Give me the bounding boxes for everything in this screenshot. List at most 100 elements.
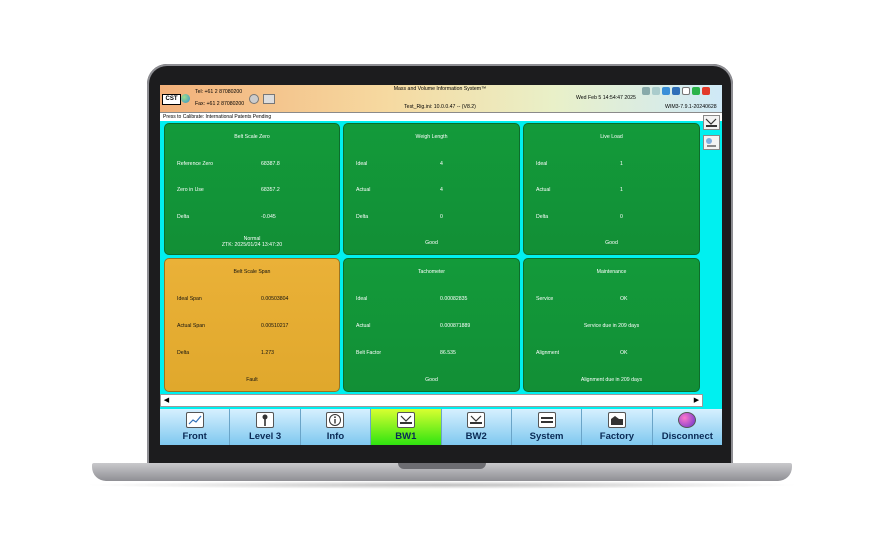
scroll-left-icon[interactable]: ◀ <box>161 395 172 406</box>
ideal-label: Ideal <box>536 161 548 167</box>
panel-title: Live Load <box>600 134 623 140</box>
nav-factory-button[interactable]: Factory <box>582 409 653 445</box>
help-icon[interactable] <box>672 87 680 95</box>
ideal-value: 1 <box>620 161 623 167</box>
nav-bw1-button[interactable]: BW1 <box>371 409 442 445</box>
actual-label: Actual <box>356 323 371 329</box>
alignment-label: Alignment <box>536 350 560 356</box>
nav-bw2-button[interactable]: BW2 <box>441 409 512 445</box>
alignment-value: OK <box>620 350 628 356</box>
tel-text: Tel: +61 2 87080200 <box>195 89 243 95</box>
panel-title: Maintenance <box>596 269 627 275</box>
laptop-shadow <box>82 481 802 489</box>
actual-value: 1 <box>620 187 623 193</box>
cst-logo: CST <box>162 94 181 105</box>
alignment-due-text: Alignment due in 209 days <box>580 377 643 383</box>
actual-label: Actual <box>536 187 551 193</box>
header-bar: CST Tel: +61 2 87080200 Fax: +61 2 87080… <box>160 85 722 113</box>
nav-label: Level 3 <box>248 431 282 442</box>
ideal-label: Ideal <box>356 296 368 302</box>
nav-label: BW1 <box>395 431 417 442</box>
panel-title: Belt Scale Span <box>233 269 271 275</box>
delta-label: Delta <box>536 214 549 220</box>
ideal-span-value: 0.00503804 <box>261 296 289 302</box>
status-text: Good <box>425 240 438 246</box>
belt-factor-value: 86.535 <box>440 350 456 356</box>
panel-belt-scale-span[interactable]: Belt Scale Span Ideal Span 0.00503804 Ac… <box>164 258 340 392</box>
actual-value: 0.000871889 <box>440 323 471 329</box>
delta-label: Delta <box>177 214 190 220</box>
nav-system-button[interactable]: System <box>511 409 583 445</box>
ideal-value: 0.00082835 <box>440 296 468 302</box>
delta-value: -0.045 <box>261 214 276 220</box>
system-icon <box>537 412 556 428</box>
nav-disconnect-button[interactable]: Disconnect <box>652 409 722 445</box>
zero-in-use-value: 68357.2 <box>261 187 280 193</box>
keyboard-icon[interactable] <box>263 94 275 104</box>
bottom-nav: Front Level 3 Info BW1 BW2 System Factor… <box>160 409 722 445</box>
app-title: Mass and Volume Information System™ <box>393 86 487 92</box>
belt-scale-icon <box>467 412 486 428</box>
network-icon[interactable] <box>642 87 650 95</box>
panel-weigh-length[interactable]: Weigh Length Ideal 4 Actual 4 Delta 0 Go… <box>343 123 520 255</box>
reference-zero-label: Reference Zero <box>177 161 214 167</box>
globe-icon <box>181 94 190 103</box>
belt-scale-icon <box>396 412 415 428</box>
panel-tachometer[interactable]: Tachometer Ideal 0.00082835 Actual 0.000… <box>343 258 520 392</box>
actual-label: Actual <box>356 187 371 193</box>
nav-label: BW2 <box>465 431 487 442</box>
version-text: WIM3-7.9.1-20240628 <box>665 104 717 110</box>
ideal-value: 4 <box>440 161 443 167</box>
nav-label: Disconnect <box>661 431 713 442</box>
belt-factor-label: Belt Factor <box>356 350 382 356</box>
close-icon[interactable] <box>702 87 710 95</box>
ideal-label: Ideal <box>356 161 368 167</box>
delta-value: 0 <box>440 214 443 220</box>
ztk-timestamp: ZTK: 2025/01/24 13:47:20 <box>221 242 283 248</box>
app-screen: CST Tel: +61 2 87080200 Fax: +61 2 87080… <box>160 85 722 445</box>
calibrate-bar[interactable]: Press to Calibrate: International Patent… <box>160 113 722 121</box>
info-icon <box>326 412 345 428</box>
panel-maintenance[interactable]: Maintenance Service OK Service due in 20… <box>523 258 700 392</box>
actual-value: 4 <box>440 187 443 193</box>
belt-scale-side-button[interactable] <box>703 115 720 130</box>
laptop-notch <box>398 463 486 469</box>
status-text: Fault <box>246 377 258 383</box>
panel-live-load[interactable]: Live Load Ideal 1 Actual 1 Delta 0 Good <box>523 123 700 255</box>
add-icon[interactable] <box>692 87 700 95</box>
nav-label: Info <box>326 431 345 442</box>
panel-belt-scale-zero[interactable]: Belt Scale Zero Reference Zero 68387.8 Z… <box>164 123 340 255</box>
nav-label: Factory <box>599 431 635 442</box>
tools-icon[interactable] <box>652 87 660 95</box>
info-small-icon[interactable] <box>662 87 670 95</box>
status-text: Good <box>425 377 438 383</box>
factory-icon <box>607 412 626 428</box>
config-text: Test_Rig.ini: 10.0.0.47 -- (V8.2) <box>404 104 476 110</box>
calibration-side-button[interactable] <box>703 135 720 150</box>
globe-icon <box>678 412 697 428</box>
nav-front-button[interactable]: Front <box>160 409 231 445</box>
toolbar-icons <box>642 87 710 95</box>
delta-value: 0 <box>620 214 623 220</box>
panel-title: Belt Scale Zero <box>234 134 270 140</box>
horizontal-scrollbar[interactable]: ◀ ▶ <box>160 394 703 407</box>
window-icon[interactable] <box>682 87 690 95</box>
service-due-text: Service due in 209 days <box>583 323 640 329</box>
panel-title: Weigh Length <box>415 134 448 140</box>
nav-level-3-button[interactable]: Level 3 <box>230 409 301 445</box>
fax-text: Fax: +61 2 87080200 <box>195 101 245 107</box>
key-icon <box>256 412 275 428</box>
status-text: Good <box>605 240 618 246</box>
nav-info-button[interactable]: Info <box>300 409 372 445</box>
date-text: Wed Feb 5 14:54:47 2025 <box>576 95 636 101</box>
actual-span-label: Actual Span <box>177 323 205 329</box>
nav-label: Front <box>182 431 207 442</box>
actual-span-value: 0.00510217 <box>261 323 289 329</box>
settings-icon[interactable] <box>249 94 259 104</box>
ideal-span-label: Ideal Span <box>177 296 202 302</box>
service-value: OK <box>620 296 628 302</box>
delta-label: Delta <box>177 350 190 356</box>
delta-label: Delta <box>356 214 369 220</box>
chart-icon <box>185 412 204 428</box>
scroll-right-icon[interactable]: ▶ <box>691 395 702 406</box>
